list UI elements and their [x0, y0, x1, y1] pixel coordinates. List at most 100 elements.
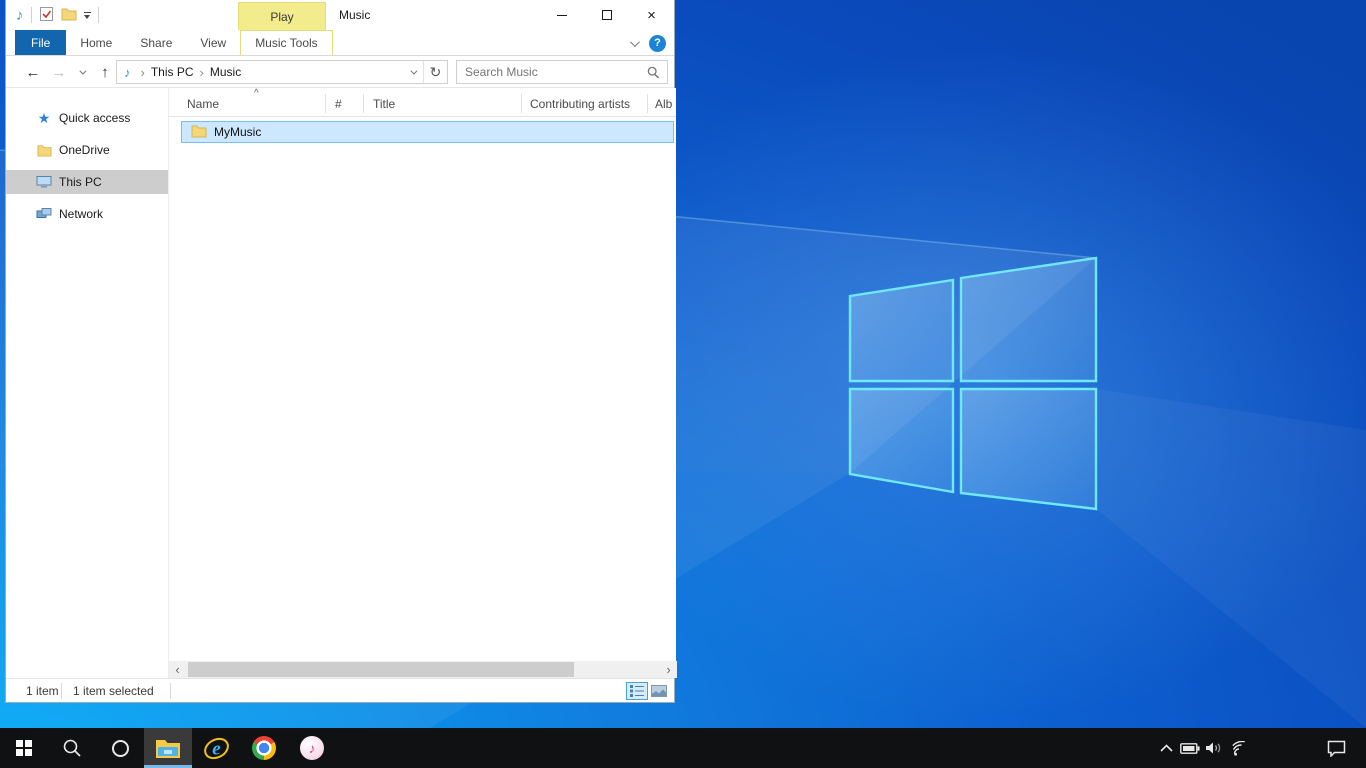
- ribbon-tab-row: File Home Share View Music Tools ?: [6, 30, 674, 56]
- maximize-icon: [602, 10, 612, 20]
- column-separator[interactable]: [325, 94, 326, 113]
- sort-ascending-icon: ^: [254, 88, 259, 99]
- this-pc-monitor-icon: [36, 174, 52, 190]
- taskbar-chrome-button[interactable]: [240, 728, 288, 768]
- column-header-row: Name ^ # Title Contributing artists Alb: [169, 90, 676, 117]
- column-separator[interactable]: [647, 94, 648, 113]
- sidebar-item-label: Quick access: [59, 111, 130, 125]
- svg-text:e: e: [212, 738, 221, 759]
- scroll-right-arrow-icon[interactable]: ›: [660, 661, 677, 678]
- tab-music-tools[interactable]: Music Tools: [240, 30, 332, 55]
- cortana-button[interactable]: [96, 728, 144, 768]
- maximize-button[interactable]: [584, 0, 629, 30]
- contextual-tab-play[interactable]: Play: [238, 2, 326, 30]
- status-separator: [170, 683, 171, 699]
- sidebar-item-onedrive[interactable]: OneDrive: [6, 138, 168, 162]
- logo-pane-top-right: [961, 258, 1096, 381]
- file-list-pane: Name ^ # Title Contributing artists Alb …: [168, 88, 676, 678]
- file-explorer-icon: [155, 738, 181, 759]
- back-button[interactable]: ←: [22, 56, 44, 88]
- customize-qat-dropdown-icon[interactable]: [84, 12, 91, 19]
- minimize-button[interactable]: [539, 0, 584, 30]
- logo-pane-top-left: [850, 280, 953, 381]
- minimize-icon: [557, 15, 567, 16]
- column-separator[interactable]: [521, 94, 522, 113]
- sidebar-item-this-pc[interactable]: This PC: [6, 170, 168, 194]
- scroll-left-arrow-icon[interactable]: ‹: [169, 661, 186, 678]
- horizontal-scrollbar[interactable]: ‹ ›: [169, 661, 677, 678]
- taskbar-search-button[interactable]: [48, 728, 96, 768]
- search-input[interactable]: [465, 62, 635, 82]
- breadcrumb-chevron-icon: ›: [200, 65, 204, 80]
- window-title: Music: [339, 0, 370, 30]
- scrollbar-thumb[interactable]: [188, 662, 574, 677]
- search-icon[interactable]: [647, 66, 660, 82]
- thumbnail-view-button[interactable]: [648, 682, 670, 700]
- search-icon: [62, 738, 82, 758]
- expand-ribbon-chevron-icon[interactable]: [630, 37, 640, 47]
- tab-view[interactable]: View: [186, 30, 240, 55]
- tab-file[interactable]: File: [15, 30, 66, 55]
- search-box: [456, 60, 668, 84]
- taskbar-file-explorer-button[interactable]: [144, 728, 192, 768]
- qat-separator: [31, 7, 32, 23]
- sidebar-item-label: This PC: [59, 175, 102, 189]
- address-bar[interactable]: ♪ › This PC › Music ↻: [116, 60, 448, 84]
- sidebar-item-label: Network: [59, 207, 103, 221]
- folder-icon: [191, 124, 207, 141]
- logo-pane-bottom-left: [850, 389, 953, 492]
- quick-access-toolbar: ♪: [16, 0, 99, 30]
- items-count: 1 item: [26, 679, 59, 703]
- address-row: ← → ↑ ♪ › This PC › Music ↻: [6, 56, 674, 88]
- breadcrumb-this-pc[interactable]: This PC: [151, 65, 194, 79]
- up-button[interactable]: ↑: [94, 56, 116, 88]
- sidebar-item-network[interactable]: Network: [6, 202, 168, 226]
- column-header-album[interactable]: Alb: [655, 90, 672, 117]
- close-icon: ×: [647, 8, 656, 23]
- recent-locations-chevron[interactable]: [74, 56, 88, 88]
- start-button[interactable]: [0, 728, 48, 768]
- file-row-mymusic[interactable]: MyMusic: [181, 121, 674, 143]
- qat-separator: [98, 7, 99, 23]
- refresh-button[interactable]: ↻: [423, 61, 447, 83]
- taskbar: e ♪: [0, 728, 1366, 768]
- column-header-name[interactable]: Name: [187, 90, 219, 117]
- taskbar-itunes-button[interactable]: ♪: [288, 728, 336, 768]
- column-header-title[interactable]: Title: [373, 90, 395, 117]
- tab-share[interactable]: Share: [126, 30, 186, 55]
- column-separator[interactable]: [363, 94, 364, 113]
- sidebar-item-label: OneDrive: [59, 143, 110, 157]
- details-view-button[interactable]: [626, 682, 648, 700]
- hidden-icons-chevron-icon[interactable]: [1154, 728, 1178, 768]
- light-beam-right: [1096, 389, 1366, 728]
- battery-icon[interactable]: [1178, 728, 1202, 768]
- chrome-icon: [252, 736, 276, 760]
- internet-explorer-icon: e: [203, 735, 230, 762]
- new-folder-icon[interactable]: [61, 7, 77, 24]
- status-separator: [61, 683, 62, 699]
- status-bar: 1 item 1 item selected: [6, 678, 674, 702]
- tab-home[interactable]: Home: [66, 30, 126, 55]
- action-center-icon[interactable]: [1318, 728, 1354, 768]
- properties-icon[interactable]: [39, 6, 54, 25]
- address-dropdown-chevron-icon[interactable]: [410, 67, 417, 74]
- file-name: MyMusic: [214, 125, 261, 139]
- screen: ♪ Play Music × File Home: [0, 0, 1366, 768]
- network-wifi-icon[interactable]: [1226, 728, 1256, 768]
- network-icon: [36, 206, 52, 222]
- logo-pane-bottom-right: [961, 389, 1096, 509]
- title-bar[interactable]: ♪ Play Music ×: [6, 0, 674, 30]
- volume-icon[interactable]: [1202, 728, 1226, 768]
- selected-count: 1 item selected: [73, 679, 154, 703]
- file-explorer-window: ♪ Play Music × File Home: [5, 0, 675, 703]
- column-header-contributing-artists[interactable]: Contributing artists: [530, 90, 630, 117]
- column-header-number[interactable]: #: [335, 90, 342, 117]
- forward-button[interactable]: →: [48, 56, 70, 88]
- help-icon[interactable]: ?: [649, 35, 666, 52]
- sidebar-item-quick-access[interactable]: ★ Quick access: [6, 106, 168, 130]
- details-view-icon: [630, 685, 644, 697]
- breadcrumb-music[interactable]: Music: [210, 65, 241, 79]
- taskbar-internet-explorer-button[interactable]: e: [192, 728, 240, 768]
- close-button[interactable]: ×: [629, 0, 674, 30]
- navigation-pane: ★ Quick access OneDrive This PC Network: [6, 88, 168, 678]
